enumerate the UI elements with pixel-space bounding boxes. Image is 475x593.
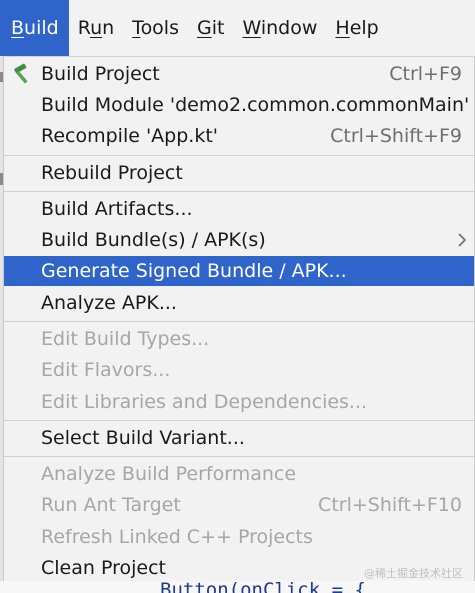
chevron-right-icon xyxy=(458,233,467,247)
menu-item-shortcut: Ctrl+Shift+F9 xyxy=(330,125,462,147)
menu-item-shortcut: Ctrl+Shift+F10 xyxy=(318,494,462,516)
menu-item-run-ant-target: Run Ant Target Ctrl+Shift+F10 xyxy=(4,490,474,520)
menu-item-label: Edit Libraries and Dependencies... xyxy=(41,391,368,413)
menu-item-label: Analyze Build Performance xyxy=(41,463,297,485)
menu-item-label: Generate Signed Bundle / APK... xyxy=(41,260,347,282)
code-fragment: Button(onClick = { xyxy=(160,581,366,593)
menu-item-label: Recompile 'App.kt' xyxy=(41,125,219,147)
menu-item-label: Select Build Variant... xyxy=(41,427,245,449)
menu-item-build-project[interactable]: Build Project Ctrl+F9 xyxy=(4,59,474,89)
menu-separator xyxy=(4,420,474,421)
menu-item-label: Refresh Linked C++ Projects xyxy=(41,526,313,548)
menu-item-edit-flavors: Edit Flavors... xyxy=(4,355,474,385)
menu-separator xyxy=(4,155,474,156)
menu-item-build-module[interactable]: Build Module 'demo2.common.commonMain' xyxy=(4,90,474,120)
watermark: @稀土掘金技术社区 xyxy=(364,567,463,580)
menu-item-label: Rebuild Project xyxy=(41,162,183,184)
menu-item-refresh-linked-cpp: Refresh Linked C++ Projects xyxy=(4,522,474,552)
menu-item-label: Build Project xyxy=(41,63,160,85)
menu-bar: Build Run Tools Git Window Help xyxy=(0,0,475,57)
menu-item-label: Build Module 'demo2.common.commonMain' xyxy=(41,94,470,116)
menu-item-label: Clean Project xyxy=(41,557,166,579)
menu-item-label: Run Ant Target xyxy=(41,494,181,516)
hammer-icon xyxy=(14,63,28,84)
menu-item-analyze-apk[interactable]: Analyze APK... xyxy=(4,288,474,318)
menu-item-rebuild-project[interactable]: Rebuild Project xyxy=(4,158,474,188)
menu-item-generate-signed-bundle[interactable]: Generate Signed Bundle / APK... xyxy=(4,256,474,286)
menu-git[interactable]: Git xyxy=(188,0,233,56)
menu-run[interactable]: Run xyxy=(69,0,123,56)
menu-item-edit-libraries: Edit Libraries and Dependencies... xyxy=(4,387,474,417)
menu-tools[interactable]: Tools xyxy=(123,0,188,56)
menu-build[interactable]: Build xyxy=(0,0,69,56)
build-menu-dropdown: Build Project Ctrl+F9 Build Module 'demo… xyxy=(3,57,475,582)
menu-item-analyze-build-performance: Analyze Build Performance xyxy=(4,459,474,489)
menu-item-build-artifacts[interactable]: Build Artifacts... xyxy=(4,194,474,224)
menu-window[interactable]: Window xyxy=(233,0,326,56)
menu-item-label: Edit Flavors... xyxy=(41,359,171,381)
menu-item-label: Edit Build Types... xyxy=(41,328,210,350)
menu-separator xyxy=(4,456,474,457)
menu-item-label: Build Artifacts... xyxy=(41,198,193,220)
menu-item-recompile[interactable]: Recompile 'App.kt' Ctrl+Shift+F9 xyxy=(4,121,474,151)
menu-item-select-build-variant[interactable]: Select Build Variant... xyxy=(4,423,474,453)
menu-separator xyxy=(4,191,474,192)
menu-separator xyxy=(4,321,474,322)
editor-peek: Button(onClick = { xyxy=(0,581,475,593)
menu-item-build-bundles[interactable]: Build Bundle(s) / APK(s) xyxy=(4,225,474,255)
menu-item-shortcut: Ctrl+F9 xyxy=(389,63,462,85)
menu-item-label: Analyze APK... xyxy=(41,292,177,314)
menu-item-edit-build-types: Edit Build Types... xyxy=(4,324,474,354)
menu-item-label: Build Bundle(s) / APK(s) xyxy=(41,229,266,251)
menu-help[interactable]: Help xyxy=(326,0,387,56)
